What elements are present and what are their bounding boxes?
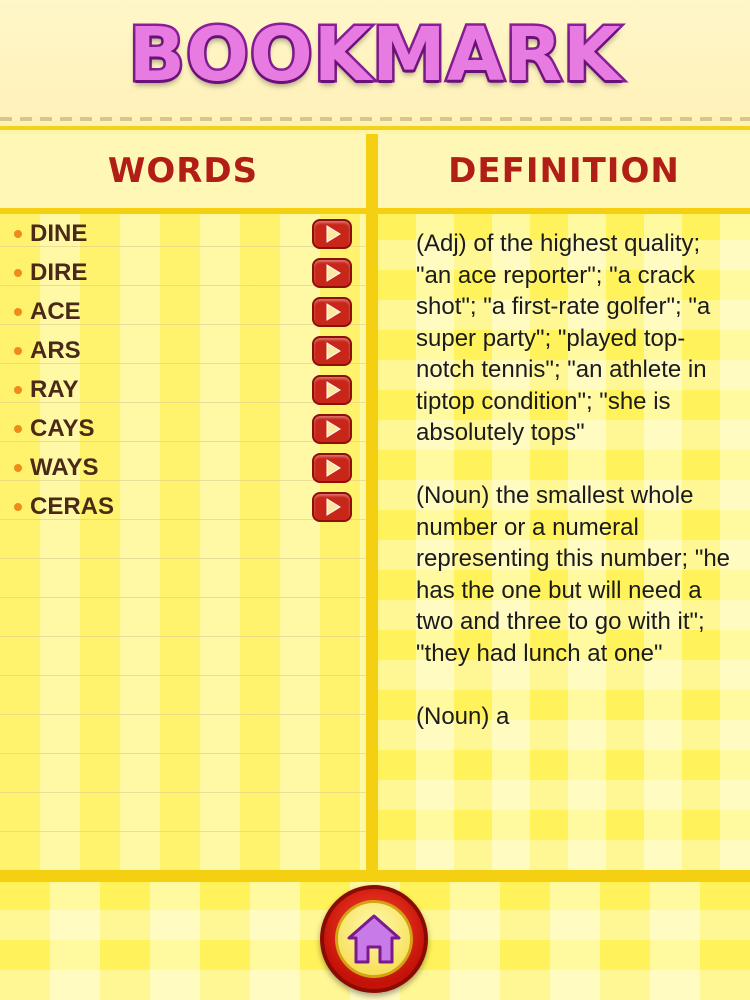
words-list: DINE DIRE ACE ARS RAY CAYS WAYS CERAS bbox=[0, 214, 366, 870]
bullet-icon bbox=[14, 268, 22, 277]
word-row-cays[interactable]: CAYS bbox=[10, 409, 356, 448]
word-label[interactable]: ACE bbox=[30, 298, 312, 326]
footer-divider bbox=[0, 870, 750, 882]
word-label[interactable]: WAYS bbox=[30, 454, 312, 482]
play-icon bbox=[326, 302, 341, 321]
play-button[interactable] bbox=[312, 374, 352, 405]
play-icon bbox=[326, 341, 341, 360]
play-icon bbox=[326, 380, 341, 399]
bullet-icon bbox=[14, 385, 22, 394]
header-stitch-divider bbox=[0, 117, 750, 121]
play-icon bbox=[326, 497, 341, 516]
word-row-ars[interactable]: ARS bbox=[10, 331, 356, 370]
word-label[interactable]: CERAS bbox=[30, 493, 312, 521]
bullet-icon bbox=[14, 502, 22, 511]
play-icon bbox=[326, 419, 341, 438]
play-icon bbox=[326, 263, 341, 282]
bullet-icon bbox=[14, 346, 22, 355]
word-row-ways[interactable]: WAYS bbox=[10, 448, 356, 487]
definition-text: (Adj) of the highest quality; "an ace re… bbox=[416, 230, 731, 730]
home-button-face bbox=[335, 900, 413, 978]
word-row-ray[interactable]: RAY bbox=[10, 370, 356, 409]
word-row-ace[interactable]: ACE bbox=[10, 292, 356, 331]
home-icon bbox=[347, 914, 401, 964]
bullet-icon bbox=[14, 229, 22, 238]
column-divider bbox=[366, 134, 378, 876]
play-button[interactable] bbox=[312, 452, 352, 483]
home-button[interactable] bbox=[320, 885, 428, 993]
play-button[interactable] bbox=[312, 335, 352, 366]
word-label[interactable]: RAY bbox=[30, 376, 312, 404]
play-button[interactable] bbox=[312, 296, 352, 327]
play-icon bbox=[326, 458, 341, 477]
words-column-header: WORDS bbox=[0, 134, 366, 214]
word-label[interactable]: DINE bbox=[30, 220, 312, 248]
play-button[interactable] bbox=[312, 257, 352, 288]
bullet-icon bbox=[14, 463, 22, 472]
play-button[interactable] bbox=[312, 491, 352, 522]
word-label[interactable]: ARS bbox=[30, 337, 312, 365]
play-button[interactable] bbox=[312, 413, 352, 444]
word-row-dire[interactable]: DIRE bbox=[10, 253, 356, 292]
definition-panel[interactable]: (Adj) of the highest quality; "an ace re… bbox=[378, 214, 750, 870]
play-button[interactable] bbox=[312, 218, 352, 249]
word-label[interactable]: DIRE bbox=[30, 259, 312, 287]
play-icon bbox=[326, 224, 341, 243]
word-row-ceras[interactable]: CERAS bbox=[10, 487, 356, 526]
word-label[interactable]: CAYS bbox=[30, 415, 312, 443]
definition-column-header: DEFINITION bbox=[378, 134, 750, 214]
bullet-icon bbox=[14, 307, 22, 316]
word-row-dine[interactable]: DINE bbox=[10, 214, 356, 253]
page-title: BOOKMARK bbox=[126, 10, 623, 101]
bullet-icon bbox=[14, 424, 22, 433]
